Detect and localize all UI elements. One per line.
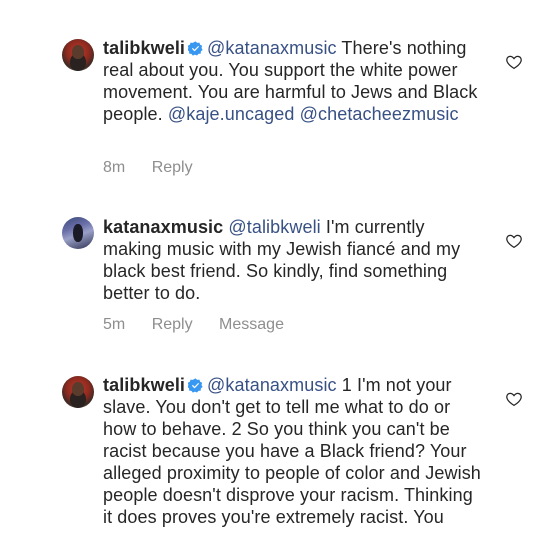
mention-link[interactable]: @kaje.uncaged [168, 104, 295, 124]
comment-text: talibkweli @katanaxmusic There's nothing … [103, 37, 483, 125]
avatar[interactable] [62, 39, 94, 71]
comment-body: 1 I'm not your slave. You don't get to t… [103, 375, 481, 527]
username[interactable]: katanaxmusic [103, 217, 223, 237]
message-button[interactable]: Message [219, 316, 284, 333]
mention-link[interactable]: @chetacheezmusic [300, 104, 459, 124]
timestamp: 8m [103, 159, 126, 176]
comment-text: katanaxmusic @talibkweli I'm currently m… [103, 216, 483, 304]
reply-button[interactable]: Reply [152, 316, 193, 333]
mention-link[interactable]: @katanaxmusic [207, 375, 337, 395]
comment-meta: 5m Reply Message [103, 315, 306, 335]
username[interactable]: talibkweli [103, 38, 185, 58]
username[interactable]: talibkweli [103, 375, 185, 395]
heart-icon[interactable] [505, 390, 523, 408]
mention-link[interactable]: @talibkweli [228, 217, 320, 237]
heart-icon[interactable] [505, 232, 523, 250]
heart-icon[interactable] [505, 53, 523, 71]
comment-text: talibkweli @katanaxmusic 1 I'm not your s… [103, 374, 483, 528]
comment-meta: 8m Reply [103, 158, 215, 178]
avatar[interactable] [62, 217, 94, 249]
timestamp: 5m [103, 316, 126, 333]
reply-button[interactable]: Reply [152, 159, 193, 176]
mention-link[interactable]: @katanaxmusic [207, 38, 337, 58]
avatar[interactable] [62, 376, 94, 408]
verified-badge-icon [188, 378, 203, 393]
verified-badge-icon [188, 41, 203, 56]
